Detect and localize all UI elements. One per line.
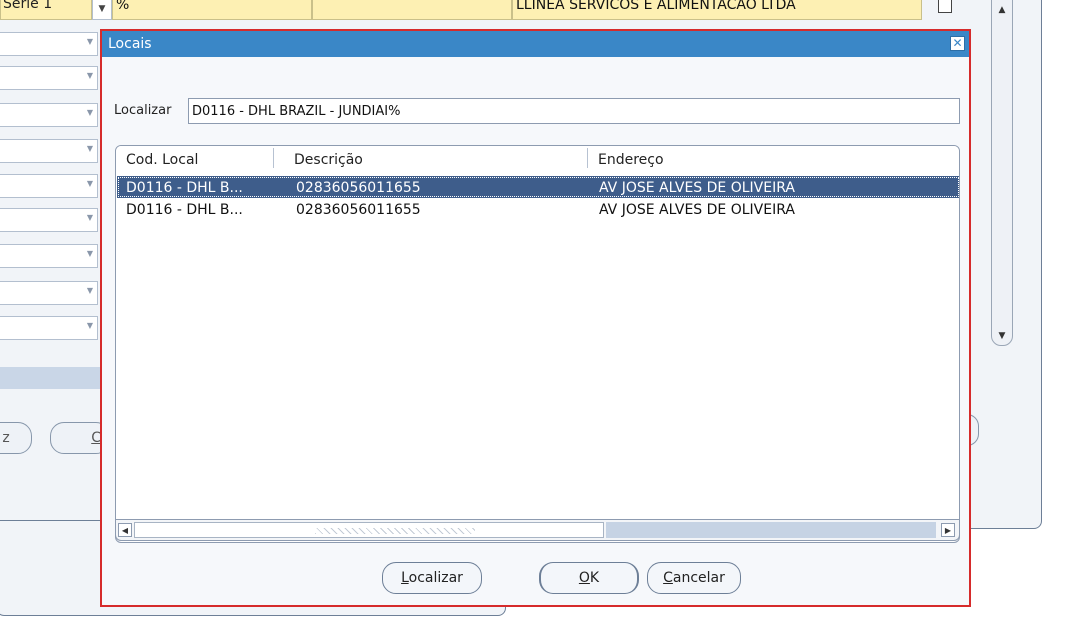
row-checkbox[interactable] <box>938 0 952 13</box>
table-row[interactable]: D0116 - DHL B... 02836056011655 AV JOSE … <box>117 176 959 198</box>
column-header-descricao[interactable]: Descrição <box>284 150 363 170</box>
scroll-down-icon[interactable]: ▼ <box>994 329 1010 343</box>
results-table: Cod. Local Descrição Endereço D0116 - DH… <box>115 145 960 543</box>
cell-cod-local: D0116 - DHL B... <box>126 180 243 196</box>
background-status-bar <box>0 367 100 389</box>
background-button-1-label: z <box>2 430 10 446</box>
left-field-8[interactable]: ▼ <box>0 281 98 305</box>
serie-value: Série 1 <box>3 0 53 12</box>
cancel-button[interactable]: Cancelar <box>647 562 741 594</box>
scroll-right-icon[interactable]: ▶ <box>941 523 955 537</box>
find-button-label: ocalizar <box>408 570 463 586</box>
dropdown-arrow-icon: ▼ <box>86 286 93 295</box>
dialog-title-bar[interactable]: Locais ✕ <box>102 31 969 57</box>
search-label: Localizar <box>114 103 172 118</box>
cancel-button-mnemonic: C <box>663 570 673 586</box>
scroll-left-icon[interactable]: ◀ <box>118 523 132 537</box>
background-vertical-scrollbar[interactable]: ▲ ▼ <box>991 0 1013 346</box>
dropdown-arrow-icon: ▼ <box>86 71 93 80</box>
table-header: Cod. Local Descrição Endereço <box>116 146 959 170</box>
scrollbar-track[interactable] <box>606 522 936 538</box>
close-icon[interactable]: ✕ <box>950 36 965 51</box>
filter-value: % <box>116 0 130 13</box>
company-name: LLINEA SERVICOS E ALIMENTACAO LTDA <box>516 0 796 13</box>
dropdown-arrow-icon: ▼ <box>86 249 93 258</box>
dropdown-arrow-icon: ▼ <box>86 108 93 117</box>
left-field-7[interactable]: ▼ <box>0 244 98 268</box>
cell-descricao: 02836056011655 <box>296 202 421 218</box>
column-header-cod-local[interactable]: Cod. Local <box>116 150 198 170</box>
cell-endereco: AV JOSE ALVES DE OLIVEIRA <box>599 180 795 196</box>
background-button-1[interactable]: z <box>0 422 32 454</box>
filter-field[interactable]: % <box>112 0 312 20</box>
dropdown-arrow-icon: ▼ <box>86 321 93 330</box>
serie-field[interactable]: Série 1 <box>0 0 92 20</box>
find-button-mnemonic: L <box>401 570 409 586</box>
locais-dialog: Locais ✕ Localizar Cod. Local Descrição … <box>100 29 971 607</box>
company-field[interactable]: LLINEA SERVICOS E ALIMENTACAO LTDA <box>512 0 922 20</box>
ok-button-label: K <box>589 570 600 586</box>
column-divider[interactable] <box>273 148 274 168</box>
left-field-1[interactable]: ▼ <box>0 32 98 56</box>
find-button[interactable]: Localizar <box>382 562 482 594</box>
left-field-6[interactable]: ▼ <box>0 208 98 232</box>
scroll-up-icon[interactable]: ▲ <box>994 3 1010 17</box>
cell-descricao: 02836056011655 <box>296 180 421 196</box>
search-input[interactable] <box>188 98 960 124</box>
left-field-2[interactable]: ▼ <box>0 66 98 90</box>
horizontal-scrollbar[interactable]: ◀ ▶ <box>115 519 960 541</box>
dropdown-arrow-icon: ▼ <box>86 144 93 153</box>
ok-button[interactable]: OK <box>539 562 639 594</box>
left-field-5[interactable]: ▼ <box>0 174 98 198</box>
left-field-4[interactable]: ▼ <box>0 139 98 163</box>
empty-field[interactable] <box>312 0 512 20</box>
dialog-title: Locais <box>108 36 152 52</box>
serie-dropdown-button[interactable]: ▼ <box>92 0 112 20</box>
left-field-9[interactable]: ▼ <box>0 316 98 340</box>
left-field-3[interactable]: ▼ <box>0 103 98 127</box>
ok-button-mnemonic: O <box>578 570 590 586</box>
dropdown-arrow-icon: ▼ <box>86 37 93 46</box>
cell-endereco: AV JOSE ALVES DE OLIVEIRA <box>599 202 795 218</box>
scrollbar-thumb[interactable] <box>134 522 604 538</box>
cell-cod-local: D0116 - DHL B... <box>126 202 243 218</box>
table-row[interactable]: D0116 - DHL B... 02836056011655 AV JOSE … <box>117 198 959 220</box>
scrollbar-grip <box>315 528 475 534</box>
cancel-button-label: ancelar <box>672 570 725 586</box>
dropdown-arrow-icon: ▼ <box>86 213 93 222</box>
column-header-endereco[interactable]: Endereço <box>588 150 664 170</box>
dropdown-arrow-icon: ▼ <box>86 179 93 188</box>
